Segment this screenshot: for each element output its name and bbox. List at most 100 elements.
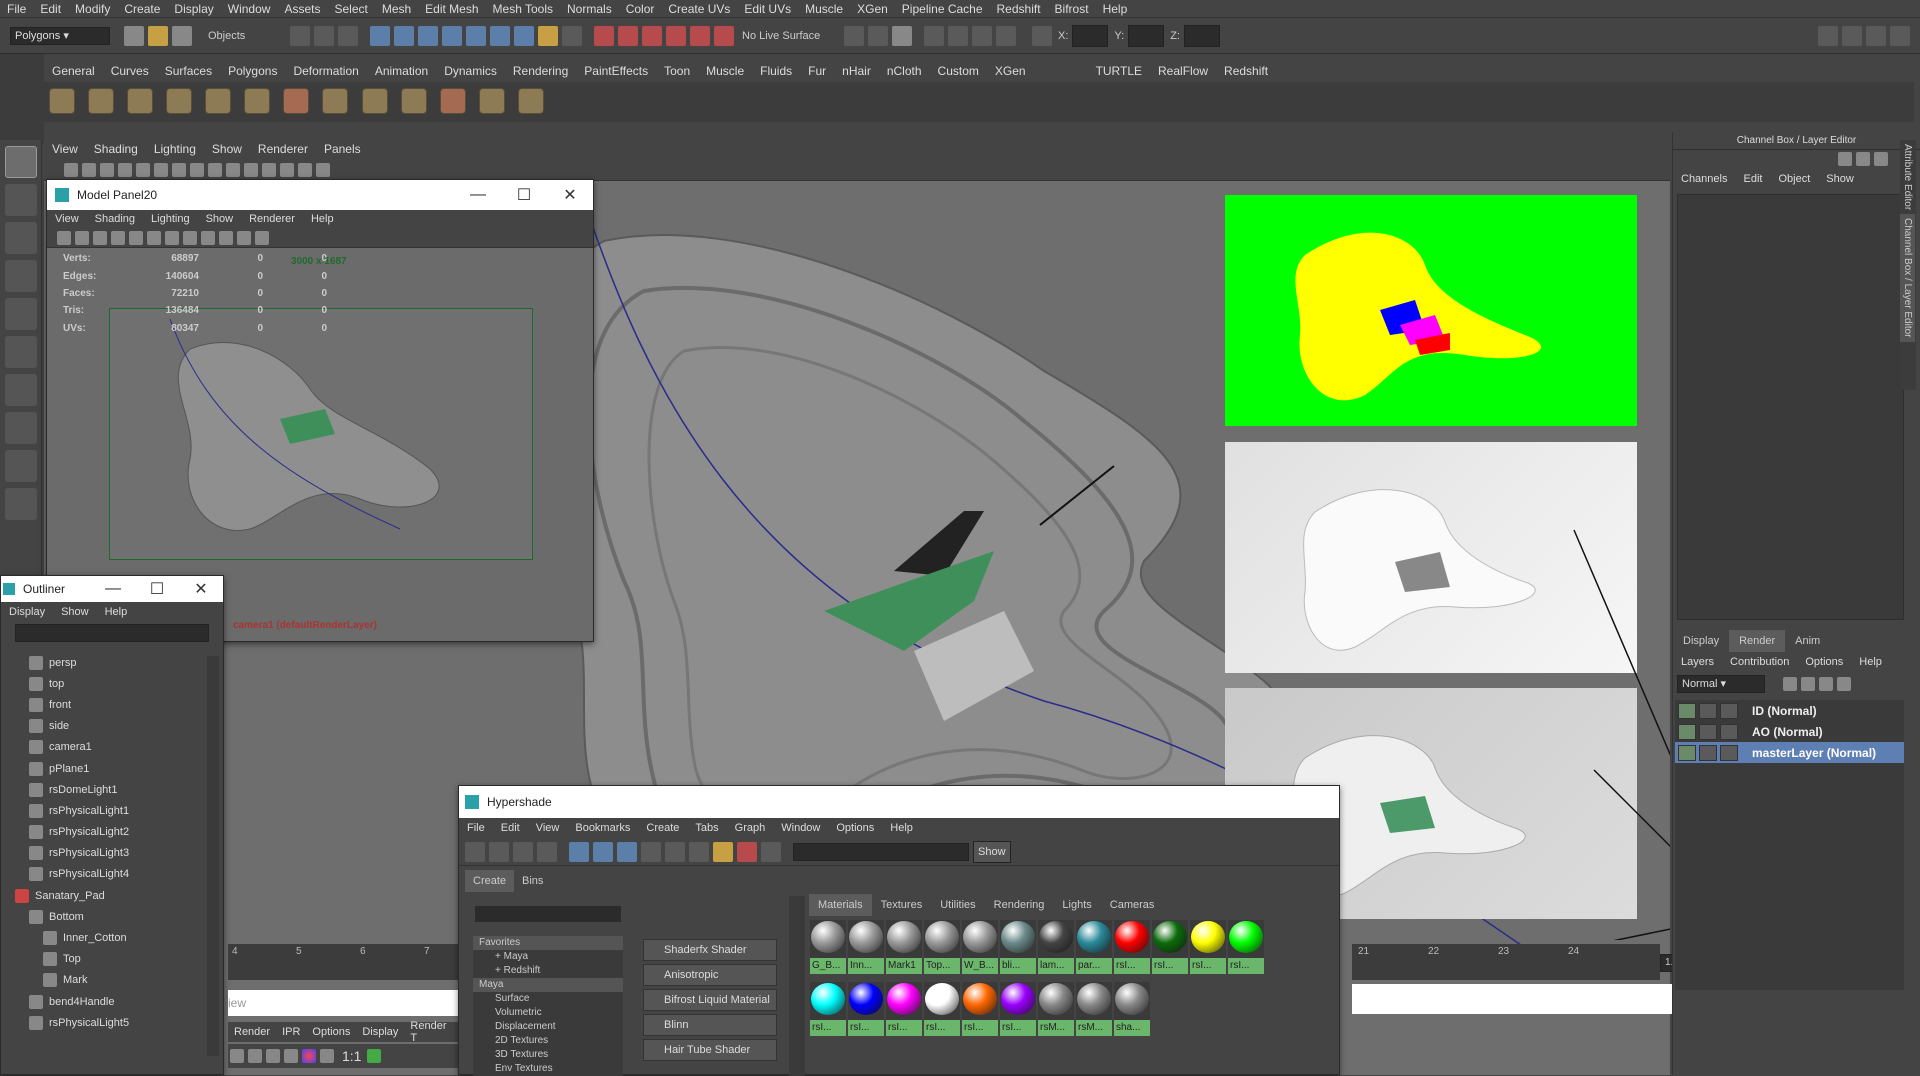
menu-xgen[interactable]: XGen [850,0,895,18]
layer-visible-icon[interactable] [1678,744,1696,761]
save-scene-icon[interactable] [172,25,192,46]
open-scene-icon[interactable] [148,25,168,46]
move-tool-icon[interactable] [5,260,37,292]
viewport-menu-lighting[interactable]: Lighting [146,140,204,159]
layer-settings-icon[interactable] [1720,723,1738,740]
hs-rearrange-icon[interactable] [665,841,685,862]
magnet-point-icon[interactable] [642,25,662,46]
shelf-tab-deformation[interactable]: Deformation [285,60,366,82]
material-swatch[interactable]: sha... [1114,982,1150,1036]
layer-render-icon[interactable] [1699,702,1717,719]
render-current-icon[interactable] [868,25,888,46]
layer-visible-icon[interactable] [1678,723,1696,740]
hs-show-button[interactable]: Show [973,840,1011,863]
viewport-menu-show[interactable]: Show [204,140,250,159]
material-swatch[interactable]: W_B... [962,920,998,974]
model-panel-menu-view[interactable]: View [47,213,87,225]
create-tree-item[interactable]: + Redshift [473,964,623,978]
menu-mesh[interactable]: Mesh [375,0,418,18]
ratio-label[interactable]: 1:1 [342,1048,361,1064]
outliner-item[interactable]: Mark [1,970,223,991]
magnet-view-icon[interactable] [666,25,686,46]
viewport-menu-renderer[interactable]: Renderer [250,140,316,159]
smooth-shade-icon[interactable] [201,230,215,245]
tab-create[interactable]: Create [465,870,515,892]
material-tab-cameras[interactable]: Cameras [1101,894,1164,916]
transform-mode-icon[interactable] [1032,25,1052,46]
magnet-live-icon[interactable] [690,25,710,46]
layer-menu-options[interactable]: Options [1797,651,1851,673]
render-layer-row[interactable]: AO (Normal) [1675,721,1904,742]
time-slider-right[interactable]: 21 22 23 24 [1352,944,1660,980]
model-panel-menu-show[interactable]: Show [198,213,242,225]
shelf-tab-fluids[interactable]: Fluids [752,60,800,82]
alpha-channel-icon[interactable] [320,1049,334,1063]
outliner-item[interactable]: persp [1,652,223,673]
menu-edit[interactable]: Edit [33,0,68,18]
create-tree-item[interactable]: Env Textures [473,1062,623,1076]
new-layer-icon[interactable] [1783,677,1797,691]
shelf-tab-muscle[interactable]: Muscle [698,60,752,82]
close-button[interactable]: ✕ [179,579,223,599]
layer-tab-display[interactable]: Display [1673,630,1729,652]
shadows-icon[interactable] [262,162,276,177]
menu-edit-uvs[interactable]: Edit UVs [737,0,798,18]
outliner-item[interactable]: top [1,673,223,694]
tool-settings-toggle-icon[interactable] [1866,25,1886,46]
poly-torus-icon[interactable] [205,88,232,114]
layer-down-icon[interactable] [1837,677,1851,691]
attribute-editor-tab[interactable]: Attribute Editor [1900,140,1915,214]
layer-menu-layers[interactable]: Layers [1673,651,1722,673]
xray-icon[interactable] [298,162,312,177]
close-button[interactable]: ✕ [547,185,593,205]
outliner-layout-icon[interactable] [5,488,37,520]
smooth-icon[interactable] [400,88,427,114]
refresh-icon[interactable] [266,1049,280,1063]
material-swatch[interactable]: rsI... [810,982,846,1036]
bookmark-icon[interactable] [93,230,107,245]
cb-options-icon[interactable] [1838,152,1852,166]
hs-layout-icon[interactable] [465,841,485,862]
attribute-editor-toggle-icon[interactable] [1842,25,1862,46]
render-layer-row[interactable]: ID (Normal) [1675,700,1904,721]
menu-modify[interactable]: Modify [68,0,117,18]
lock-icon[interactable] [538,25,558,46]
hs-ipr-icon[interactable] [737,841,757,862]
layer-tab-anim[interactable]: Anim [1785,630,1830,652]
snap-surface-icon[interactable] [466,25,486,46]
outliner-item[interactable]: Top [1,949,223,970]
paint-select-tool-icon[interactable] [5,222,37,254]
outliner-item[interactable]: rsPhysicalLight4 [1,864,223,885]
render-layer-row[interactable]: masterLayer (Normal) [1675,742,1904,763]
node-button[interactable]: Shaderfx Shader [643,939,777,961]
outliner-scrollbar[interactable] [207,656,219,1056]
live-surface-icon[interactable] [714,25,734,46]
ao-icon[interactable] [280,162,294,177]
outliner-item[interactable]: front [1,694,223,715]
outliner-search[interactable] [15,624,209,642]
create-tree-item[interactable]: Surface [473,992,623,1006]
menu-select[interactable]: Select [327,0,374,18]
render-view-icon[interactable] [948,25,968,46]
poly-sphere-icon[interactable] [49,88,75,114]
layer-visible-icon[interactable] [1678,702,1696,719]
lights-icon[interactable] [237,230,251,245]
render-frame-icon[interactable] [230,1049,244,1063]
outliner-item[interactable]: pPlane1 [1,758,223,779]
render-view-menu-options[interactable]: Options [306,1026,356,1038]
model-panel-menu-lighting[interactable]: Lighting [143,213,198,225]
minimize-button[interactable]: — [455,186,501,204]
lasso-tool-icon[interactable] [5,184,37,216]
select-object-icon[interactable] [314,25,334,46]
hypershade-menu-create[interactable]: Create [638,822,687,834]
menu-display[interactable]: Display [167,0,220,18]
material-swatch[interactable]: rsI... [1114,920,1150,974]
booleans-icon[interactable] [439,88,466,114]
menu-mesh-tools[interactable]: Mesh Tools [486,0,560,18]
hs-swatch-icon[interactable] [761,841,781,862]
hs-single-icon[interactable] [537,841,557,862]
outliner-item[interactable]: rsPhysicalLight5 [1,1012,223,1033]
shelf-tab-ncloth[interactable]: nCloth [879,60,930,82]
new-layer-selected-icon[interactable] [1801,677,1815,691]
create-tree-item[interactable]: Volumetric [473,1006,623,1020]
